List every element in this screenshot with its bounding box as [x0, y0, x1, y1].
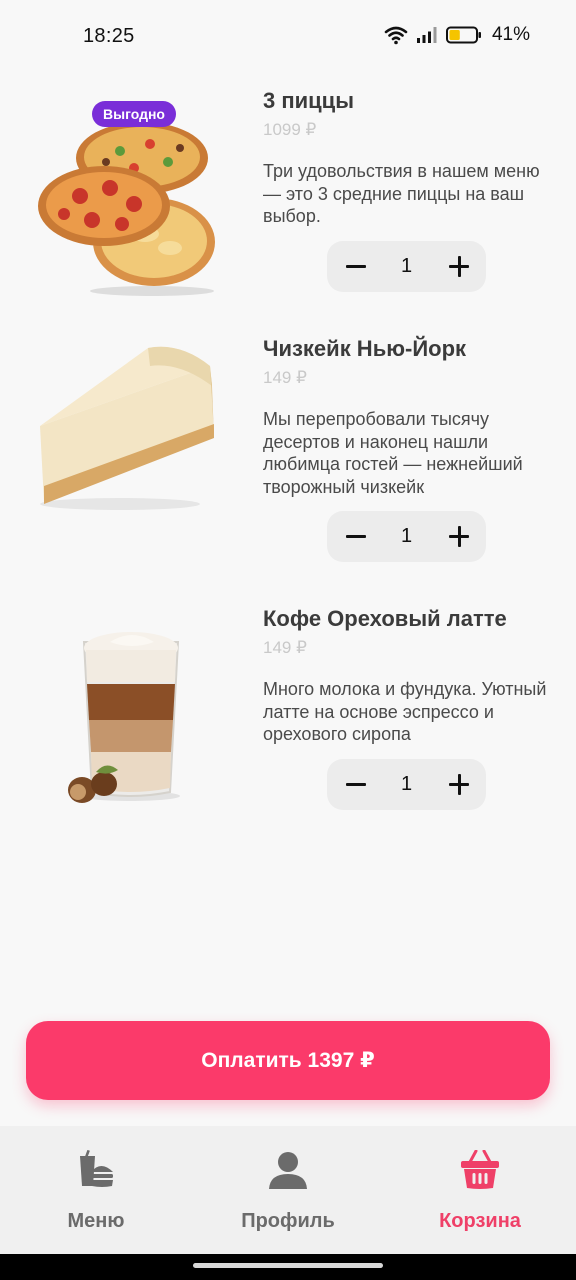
food-icon [77, 1149, 115, 1195]
product-price: 149 ₽ [263, 368, 307, 387]
product-title: Чизкейк Нью-Йорк [263, 336, 467, 361]
gesture-handle[interactable] [193, 1263, 383, 1268]
product-title: 3 пиццы [263, 88, 354, 113]
status-time: 18:25 [83, 25, 135, 47]
product-description: Три удовольствия в нашем меню — это 3 ср… [263, 161, 540, 226]
product-price: 149 ₽ [263, 638, 307, 657]
quantity-stepper: 1 [327, 759, 486, 810]
cheesecake-image [30, 326, 226, 526]
nav-label: Корзина [439, 1210, 521, 1232]
signal-icon [416, 26, 438, 44]
nav-item-profile[interactable]: Профиль [192, 1126, 384, 1254]
system-gesture-area [0, 1254, 576, 1280]
product-price: 1099 ₽ [263, 120, 317, 139]
nav-label: Меню [67, 1210, 125, 1232]
decrease-button[interactable] [327, 759, 383, 810]
product-description: Мы перепробовали тысячу десертов и након… [263, 409, 523, 497]
basket-icon [460, 1149, 500, 1195]
increase-button[interactable] [430, 759, 486, 810]
increase-button[interactable] [430, 511, 486, 562]
bottom-nav: Меню Профиль Корзина [0, 1126, 576, 1254]
latte-image [30, 620, 226, 820]
status-icons: 41% [384, 24, 530, 46]
status-bar: 18:25 41% [0, 0, 576, 72]
product-title: Кофе Ореховый латте [263, 606, 507, 631]
quantity-stepper: 1 [327, 241, 486, 292]
battery-percent: 41% [491, 24, 530, 45]
decrease-button[interactable] [327, 511, 383, 562]
decrease-button[interactable] [327, 241, 383, 292]
nav-label: Профиль [241, 1210, 335, 1232]
pay-button[interactable]: Оплатить 1397 ₽ [26, 1021, 550, 1100]
battery-icon [445, 26, 482, 44]
cart-screen: 18:25 41% Выгодно 3 пиццы 1099 ₽ Три удо… [0, 0, 576, 1280]
quantity-stepper: 1 [327, 511, 486, 562]
nav-item-menu[interactable]: Меню [0, 1126, 192, 1254]
product-description: Много молока и фундука. Уютный латте на … [263, 679, 547, 744]
deal-badge: Выгодно [92, 101, 176, 127]
quantity-value: 1 [400, 525, 413, 547]
wifi-icon [384, 25, 408, 45]
user-icon [268, 1150, 308, 1195]
increase-button[interactable] [430, 241, 486, 292]
quantity-value: 1 [400, 773, 413, 795]
quantity-value: 1 [400, 255, 413, 277]
nav-item-cart[interactable]: Корзина [384, 1126, 576, 1254]
